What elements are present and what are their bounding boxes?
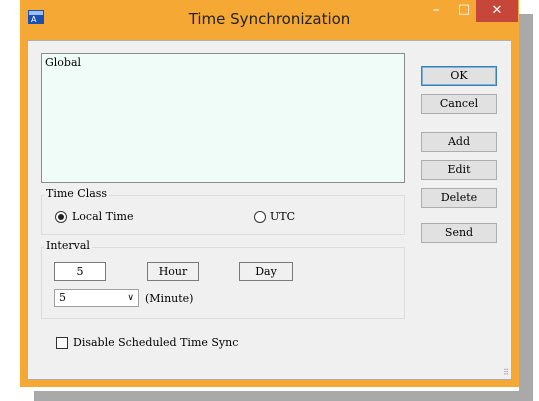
- radio-selected-dot: [58, 214, 64, 220]
- interval-group: [41, 247, 405, 319]
- edit-button[interactable]: Edit: [421, 160, 497, 180]
- minute-select[interactable]: 5 ∨: [54, 289, 139, 307]
- resize-grip-icon[interactable]: ⠿: [503, 368, 509, 377]
- minimize-button[interactable]: –: [422, 0, 450, 22]
- window-shadow-bottom: [34, 391, 533, 401]
- delete-button[interactable]: Delete: [421, 188, 497, 208]
- disable-sync-label[interactable]: Disable Scheduled Time Sync: [73, 336, 238, 349]
- local-time-label[interactable]: Local Time: [72, 210, 133, 223]
- list-item[interactable]: Global: [45, 56, 81, 69]
- interval-label: Interval: [44, 239, 92, 252]
- title-bar[interactable]: A Time Synchronization – □ ✕: [20, 0, 519, 40]
- hour-button[interactable]: Hour: [147, 262, 199, 281]
- window-shadow-right: [519, 14, 533, 401]
- time-class-label: Time Class: [44, 187, 110, 200]
- dialog-client-area: Global OK Cancel Add Edit Delete Send Ti…: [27, 40, 512, 380]
- chevron-down-icon: ∨: [127, 293, 134, 303]
- send-button[interactable]: Send: [421, 223, 497, 243]
- ok-button[interactable]: OK: [421, 66, 497, 86]
- minute-label: (Minute): [145, 292, 194, 305]
- disable-sync-checkbox[interactable]: [56, 337, 68, 349]
- local-time-radio[interactable]: [55, 211, 67, 223]
- utc-label[interactable]: UTC: [270, 210, 295, 223]
- add-button[interactable]: Add: [421, 132, 497, 152]
- utc-radio[interactable]: [254, 211, 266, 223]
- minute-select-value: 5: [59, 291, 66, 304]
- group-listbox[interactable]: Global: [41, 53, 405, 183]
- cancel-button[interactable]: Cancel: [421, 94, 497, 114]
- day-button[interactable]: Day: [239, 262, 293, 281]
- interval-value-field[interactable]: 5: [54, 262, 106, 281]
- maximize-button[interactable]: □: [450, 0, 478, 22]
- dialog-window: A Time Synchronization – □ ✕ Global OK C…: [20, 0, 519, 387]
- close-button[interactable]: ✕: [476, 0, 518, 22]
